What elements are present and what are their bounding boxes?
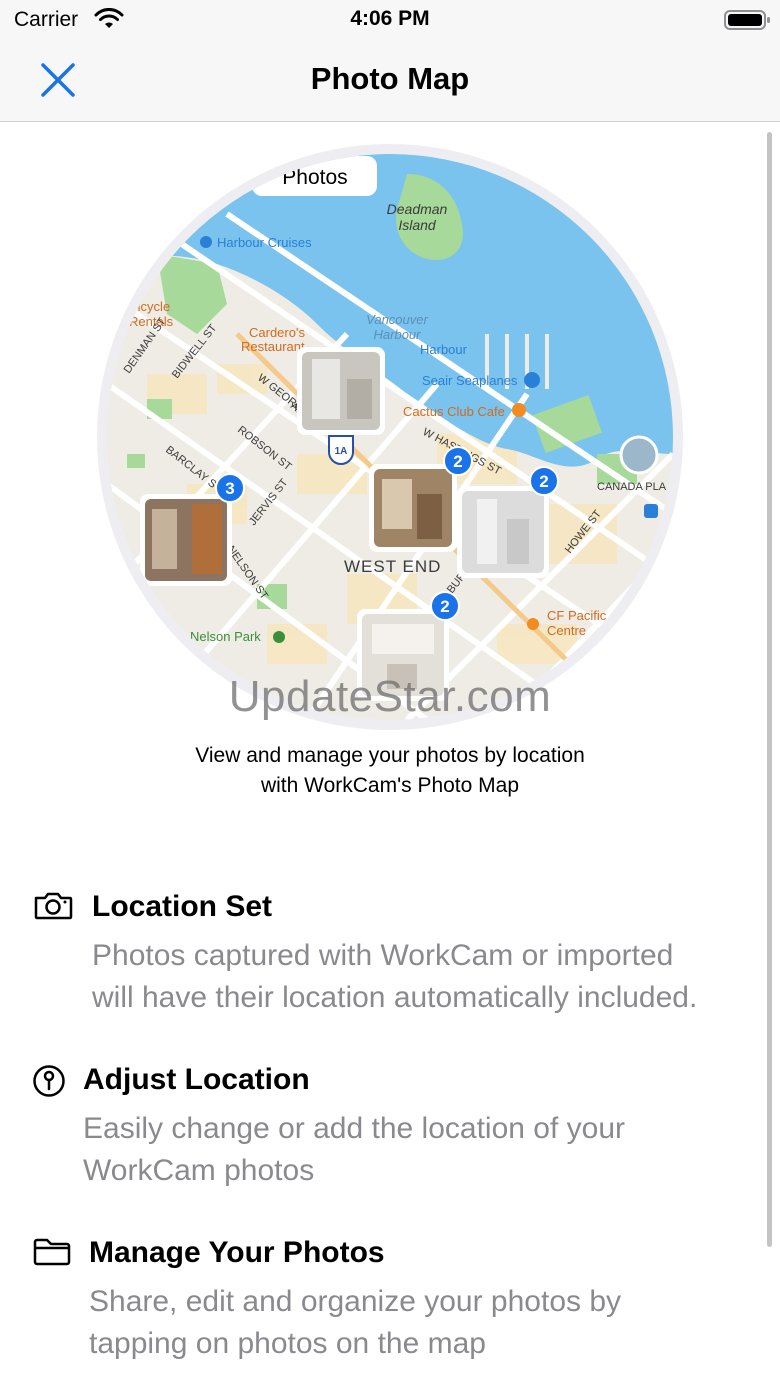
cluster-count: 2: [539, 472, 548, 491]
feature-description-line-2: will have their location automatically i…: [92, 981, 698, 1014]
feature-description: Share, edit and organize your photos by …: [89, 1281, 769, 1365]
feature-title: Adjust Location: [83, 1063, 310, 1096]
page-title: Photo Map: [310, 61, 470, 96]
label-harbour2: Harbour: [420, 342, 468, 357]
label-cf-pacific: CF Pacific: [547, 608, 607, 623]
restaurant-icon: [512, 403, 526, 417]
transit-icon: [644, 504, 658, 518]
label-cactus: Cactus Club Cafe: [403, 404, 505, 419]
map-tab-label: Photos: [282, 166, 347, 189]
status-bar: Carrier 4:06 PM: [0, 0, 780, 44]
feature-description-line-1: Share, edit and organize your photos by: [89, 1285, 622, 1318]
highway-label: 1A: [335, 446, 348, 457]
label-seair: Seair Seaplanes: [422, 373, 518, 388]
battery-icon: [724, 9, 772, 36]
label-centre: Centre: [547, 623, 586, 638]
caption: View and manage your photos by location …: [0, 741, 780, 801]
feature-description-line-1: Photos captured with WorkCam or imported: [92, 939, 674, 972]
label-west-end: WEST END: [344, 557, 441, 576]
photo-thumbnail-2: [369, 464, 457, 552]
map-circle[interactable]: Photos Deadman Island Harbour Cruises Bi…: [107, 154, 673, 720]
canada-place-photo: [619, 435, 659, 475]
label-bicycle: Bicycle: [129, 299, 170, 314]
cluster-count: 2: [453, 452, 462, 471]
caption-line-2: with WorkCam's Photo Map: [260, 774, 520, 797]
photo-thumbnail-3: [457, 486, 549, 578]
label-nelson-park: Nelson Park: [190, 629, 261, 644]
label-restaurant: Restaurant: [241, 339, 305, 354]
label-deadman: Deadman: [387, 201, 448, 217]
feature-description: Easily change or add the location of you…: [83, 1108, 763, 1192]
label-carderos: Cardero's: [249, 325, 305, 340]
highway-shield: 1A: [328, 435, 354, 465]
label-vancouver: Vancouver: [366, 312, 428, 327]
caption-line-1: View and manage your photos by location: [195, 744, 585, 767]
feature-description: Photos captured with WorkCam or imported…: [92, 935, 772, 1019]
label-harbour: Harbour: [374, 327, 422, 342]
label-canada-place: CANADA PLA: [597, 481, 667, 493]
cluster-count: 2: [440, 597, 449, 616]
label-island: Island: [398, 217, 437, 233]
navigation-bar: Photo Map: [0, 44, 780, 122]
folder-icon: [33, 1237, 71, 1272]
location-pin-icon: [32, 1064, 66, 1103]
map-preview: Photos Deadman Island Harbour Cruises Bi…: [97, 144, 683, 730]
feature-description-line-2: tapping on photos on the map: [89, 1327, 486, 1360]
feature-title: Location Set: [92, 890, 273, 923]
photo-thumbnail-4: [140, 494, 232, 586]
feature-description-line-2: WorkCam photos: [83, 1154, 315, 1187]
camera-icon: [33, 891, 73, 926]
status-time: 4:06 PM: [350, 7, 430, 30]
feature-description-line-1: Easily change or add the location of you…: [83, 1112, 626, 1145]
feature-title: Manage Your Photos: [89, 1236, 385, 1269]
airport-icon: [524, 372, 540, 388]
shopping-icon: [527, 618, 539, 630]
photo-thumbnail-1: [297, 347, 385, 435]
cluster-count: 3: [225, 479, 234, 498]
watermark: UpdateStar.com: [228, 672, 552, 721]
label-harbour-cruises: Harbour Cruises: [217, 235, 312, 250]
